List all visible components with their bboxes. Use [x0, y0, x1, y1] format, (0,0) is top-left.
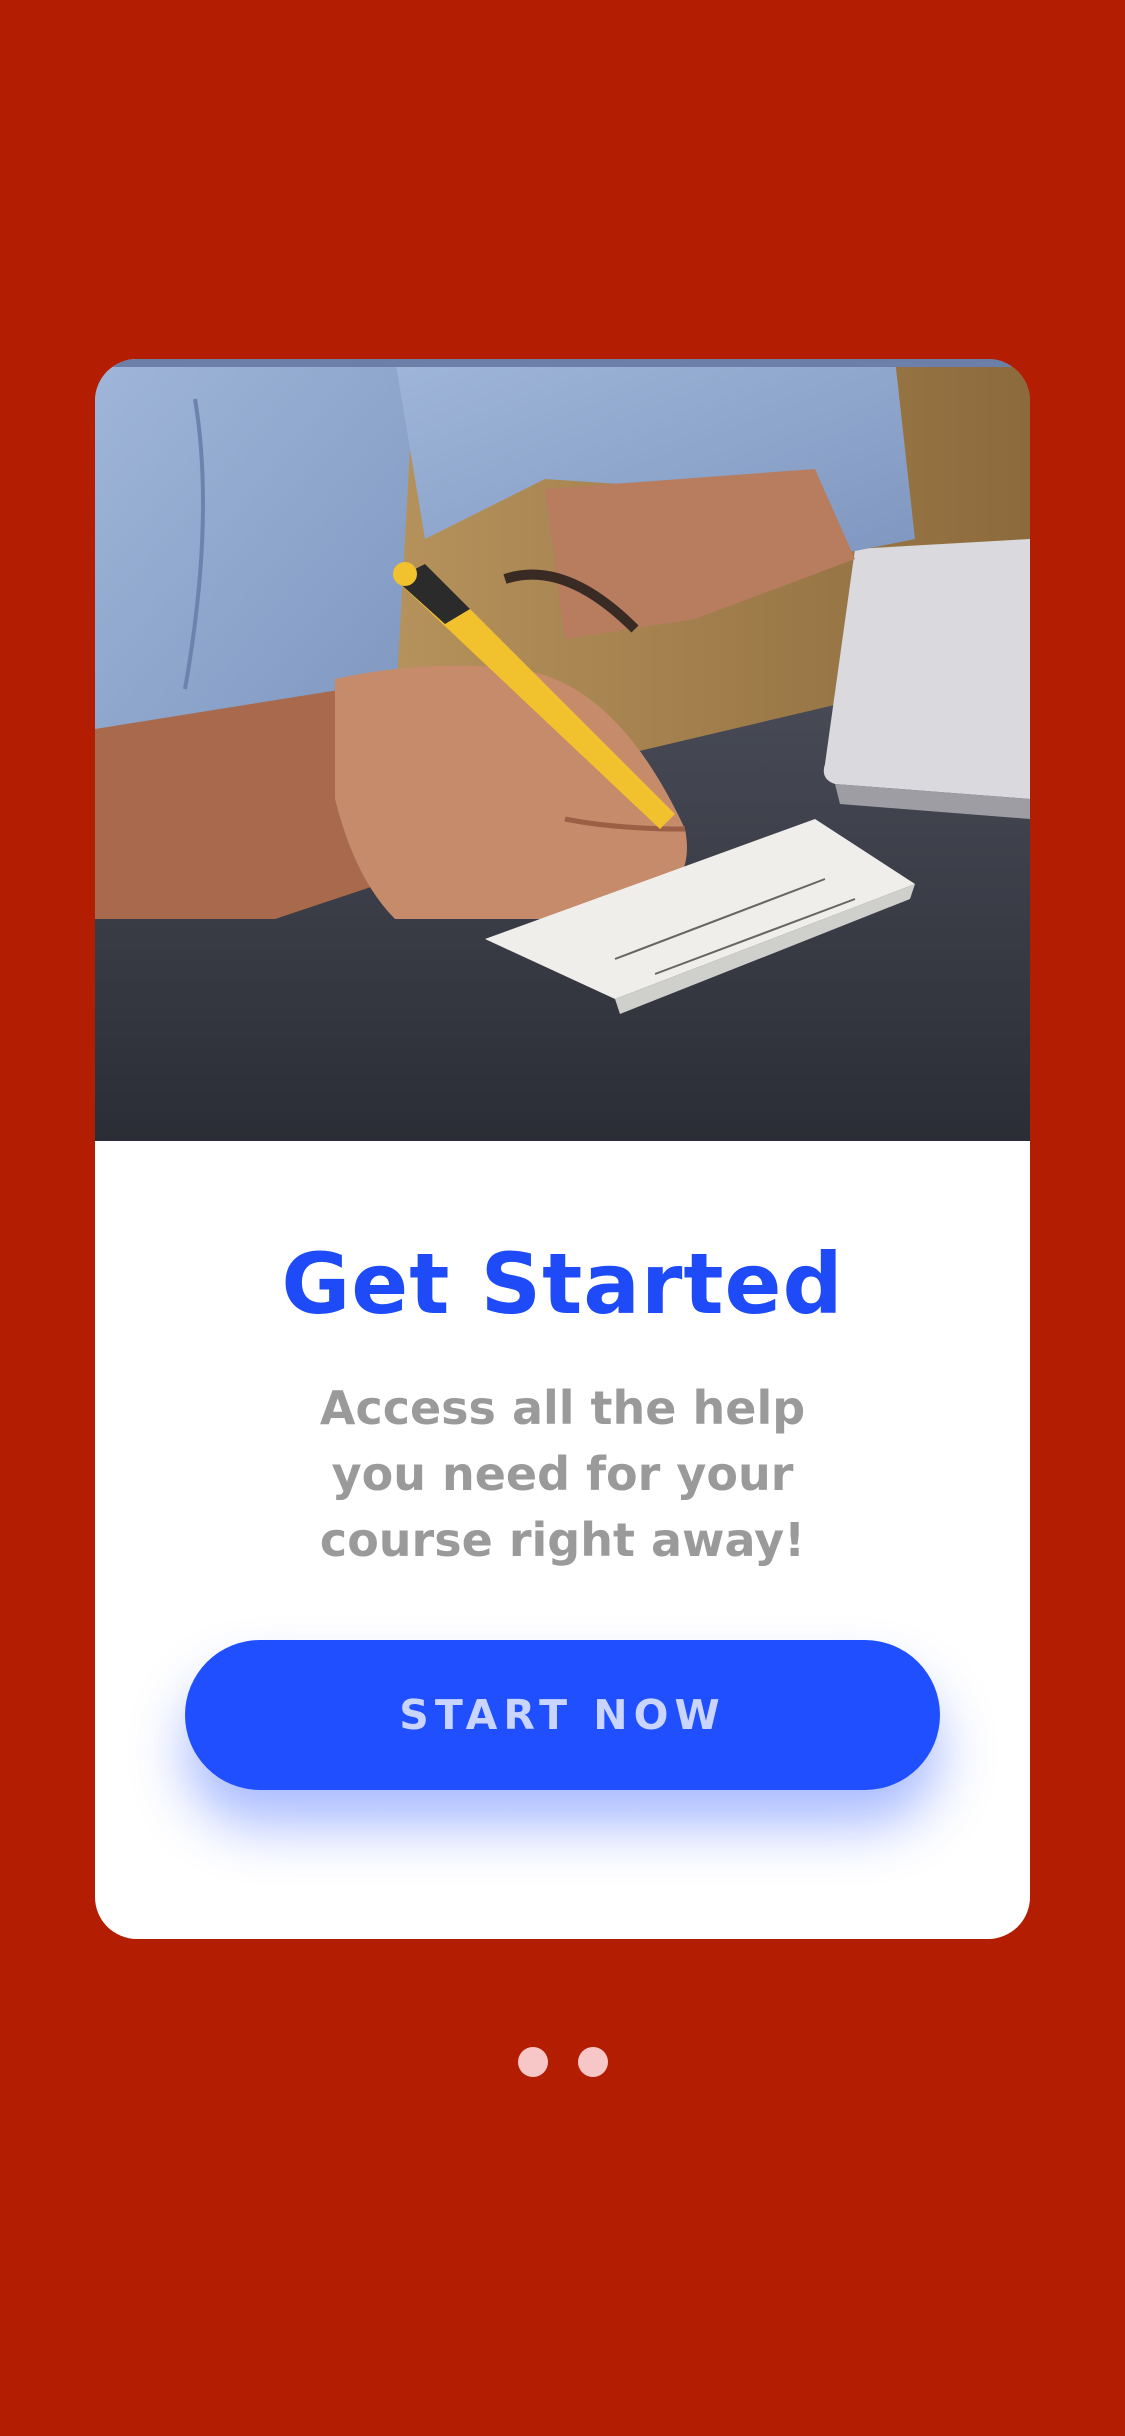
hero-photo-illustration [95, 359, 1030, 1141]
page-indicator [0, 2047, 1125, 2077]
subtitle-text: Access all the help you need for your co… [319, 1381, 806, 1567]
page-title: Get Started [281, 1235, 844, 1333]
onboarding-card: Get Started Access all the help you need… [95, 359, 1030, 1939]
start-now-button[interactable]: START NOW [185, 1640, 940, 1790]
page-dot-1[interactable] [517, 2047, 548, 2077]
page-dot-2[interactable] [577, 2047, 608, 2077]
hero-image [95, 359, 1030, 1141]
